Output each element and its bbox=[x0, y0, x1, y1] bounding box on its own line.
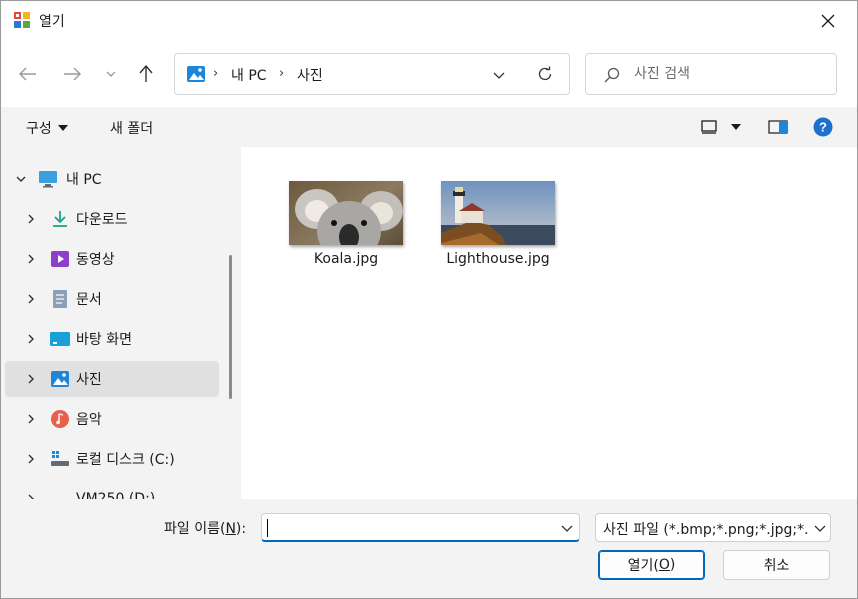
pictures-icon bbox=[51, 371, 69, 387]
organize-label: 구성 bbox=[26, 121, 52, 137]
up-button[interactable] bbox=[134, 63, 158, 85]
filename-combobox[interactable] bbox=[261, 513, 580, 542]
breadcrumb-separator: › bbox=[213, 66, 219, 81]
chevron-right-icon[interactable] bbox=[25, 293, 37, 305]
chevron-right-icon[interactable] bbox=[25, 453, 37, 465]
lighthouse-thumbnail bbox=[441, 181, 555, 245]
tree-item-desktop[interactable]: 바탕 화면 bbox=[5, 321, 219, 357]
tree-label: 다운로드 bbox=[76, 212, 128, 228]
tree-item-pictures[interactable]: 사진 bbox=[5, 361, 219, 397]
breadcrumb-pc[interactable]: 내 PC bbox=[231, 65, 267, 85]
filename-label: 파일 이름(N): bbox=[164, 521, 247, 537]
file-item-koala[interactable]: Koala.jpg bbox=[286, 147, 406, 267]
tree-item-documents[interactable]: 문서 bbox=[5, 281, 219, 317]
tree-item-this-pc[interactable]: 내 PC bbox=[5, 161, 219, 197]
new-folder-label: 새 폴더 bbox=[110, 121, 154, 137]
chevron-right-icon[interactable] bbox=[25, 413, 37, 425]
title-bar: 열기 bbox=[1, 1, 857, 41]
svg-text:?: ? bbox=[819, 120, 827, 135]
desktop-icon bbox=[50, 332, 70, 346]
tree-label: 문서 bbox=[76, 292, 102, 308]
tree-label: 로컬 디스크 (C:) bbox=[76, 452, 175, 468]
arrow-left-icon bbox=[19, 67, 36, 81]
file-type-filter[interactable]: 사진 파일 (*.bmp;*.png;*.jpg;*. bbox=[595, 513, 831, 542]
pc-icon bbox=[39, 171, 57, 188]
caret-down-icon bbox=[731, 124, 741, 130]
app-icon bbox=[14, 12, 30, 28]
search-input[interactable] bbox=[634, 63, 824, 85]
view-options-button[interactable] bbox=[701, 120, 741, 134]
address-bar[interactable]: › 내 PC › 사진 bbox=[174, 53, 570, 95]
open-file-dialog: 열기 › 내 PC › 사진 사진 검색 구성 새 폴더 ? 내 PC 다운로드… bbox=[0, 0, 858, 599]
download-icon bbox=[53, 211, 67, 227]
file-type-filter-value: 사진 파일 (*.bmp;*.png;*.jpg;*. bbox=[603, 522, 808, 538]
chevron-right-icon[interactable] bbox=[25, 253, 37, 265]
search-box[interactable] bbox=[585, 53, 837, 95]
breadcrumb-pictures[interactable]: 사진 bbox=[297, 65, 323, 85]
tree-label: 음악 bbox=[76, 412, 102, 428]
video-icon bbox=[51, 251, 69, 267]
file-name: Lighthouse.jpg bbox=[446, 251, 550, 267]
tree-label: 동영상 bbox=[76, 252, 115, 268]
arrow-up-icon bbox=[139, 65, 153, 82]
tree-label: 내 PC bbox=[66, 172, 102, 188]
document-icon bbox=[53, 290, 67, 308]
caret-down-icon bbox=[57, 125, 68, 131]
recent-locations-button[interactable] bbox=[99, 63, 123, 85]
chevron-right-icon[interactable] bbox=[25, 333, 37, 345]
chevron-right-icon[interactable] bbox=[25, 373, 37, 385]
address-history-chevron-icon[interactable] bbox=[493, 70, 505, 80]
tree-item-downloads[interactable]: 다운로드 bbox=[5, 201, 219, 237]
open-button[interactable]: 열기(O) bbox=[598, 550, 705, 580]
drive-icon bbox=[50, 492, 70, 499]
forward-button[interactable] bbox=[60, 63, 84, 85]
file-list: Koala.jpg Lighthouse.jpg bbox=[241, 147, 857, 499]
dialog-footer: 파일 이름(N): 사진 파일 (*.bmp;*.png;*.jpg;*. 열기… bbox=[1, 499, 857, 598]
pictures-icon bbox=[187, 66, 205, 82]
command-bar: 구성 새 폴더 ? bbox=[1, 107, 857, 147]
tree-item-videos[interactable]: 동영상 bbox=[5, 241, 219, 277]
close-icon bbox=[821, 14, 835, 28]
new-folder-button[interactable]: 새 폴더 bbox=[110, 118, 153, 138]
tree-label: 사진 bbox=[76, 372, 102, 388]
preview-pane-button[interactable] bbox=[768, 120, 788, 134]
refresh-icon[interactable] bbox=[537, 66, 553, 82]
breadcrumb-separator: › bbox=[279, 66, 285, 81]
file-item-lighthouse[interactable]: Lighthouse.jpg bbox=[438, 147, 558, 267]
navigation-pane: 내 PC 다운로드 동영상 문서 바탕 화면 사진 음악 로컬 디스크 (C:)… bbox=[1, 147, 239, 499]
search-icon bbox=[604, 67, 620, 83]
chevron-down-icon bbox=[106, 71, 116, 77]
help-button[interactable]: ? bbox=[813, 117, 833, 137]
tree-item-local-disk-c[interactable]: 로컬 디스크 (C:) bbox=[5, 441, 219, 477]
chevron-down-icon[interactable] bbox=[15, 173, 27, 185]
tree-label: VM250 (D:) bbox=[76, 491, 156, 499]
chevron-right-icon[interactable] bbox=[25, 213, 37, 225]
back-button[interactable] bbox=[16, 63, 40, 85]
chevron-down-icon bbox=[814, 525, 826, 532]
preview-pane-icon bbox=[768, 120, 788, 134]
tree-label: 바탕 화면 bbox=[76, 332, 132, 348]
koala-thumbnail bbox=[289, 181, 403, 245]
filename-input[interactable] bbox=[268, 518, 548, 538]
arrow-right-icon bbox=[64, 67, 81, 81]
window-title: 열기 bbox=[39, 14, 65, 30]
file-name: Koala.jpg bbox=[313, 251, 379, 267]
chevron-down-icon[interactable] bbox=[561, 522, 573, 534]
organize-button[interactable]: 구성 bbox=[26, 118, 68, 138]
navigation-bar: › 내 PC › 사진 bbox=[1, 41, 857, 107]
tree-item-music[interactable]: 음악 bbox=[5, 401, 219, 437]
close-button[interactable] bbox=[799, 1, 857, 41]
cancel-button[interactable]: 취소 bbox=[723, 550, 830, 580]
view-icon bbox=[701, 120, 717, 134]
tree-item-vm250-d[interactable]: VM250 (D:) bbox=[5, 481, 219, 499]
navigation-scrollbar[interactable] bbox=[229, 255, 232, 399]
music-icon bbox=[51, 410, 69, 428]
help-icon: ? bbox=[813, 117, 833, 137]
drive-icon bbox=[51, 451, 69, 466]
